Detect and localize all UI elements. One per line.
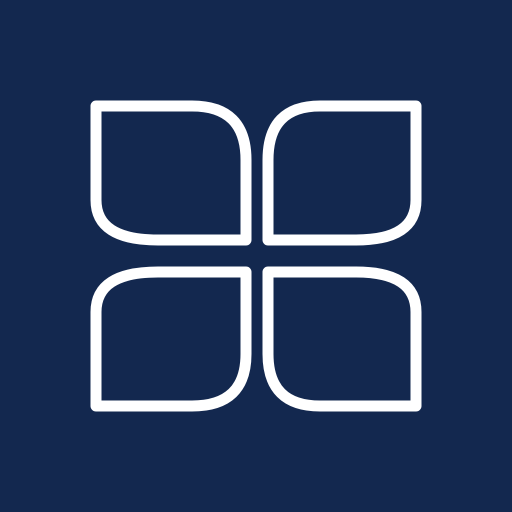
top-left-petal <box>90 100 252 246</box>
bottom-right-petal <box>262 266 422 412</box>
bottom-left-petal <box>90 266 252 412</box>
app-icon-canvas <box>0 0 512 512</box>
quatrefoil-icon <box>90 100 422 412</box>
top-right-petal <box>262 100 422 246</box>
